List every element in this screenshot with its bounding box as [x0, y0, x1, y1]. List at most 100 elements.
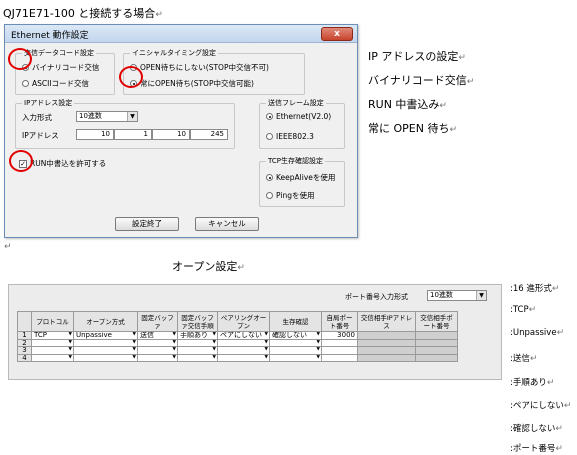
- fixed-buffer-proc-cell[interactable]: 手順あり: [177, 331, 218, 340]
- ip-address-label: IPアドレス: [22, 131, 59, 140]
- local-port-cell[interactable]: [321, 353, 358, 362]
- open-settings-caption: オープン設定↵: [172, 260, 245, 273]
- radio-icon: [266, 192, 273, 199]
- port-format-select[interactable]: 10進数 ▼: [427, 290, 487, 301]
- remote-port-cell[interactable]: [415, 331, 458, 340]
- row-number: 4: [17, 353, 32, 362]
- fixed-buffer-proc-cell[interactable]: [177, 338, 218, 347]
- existence-check-cell[interactable]: [269, 346, 322, 355]
- table-row: 4: [17, 353, 458, 362]
- highlight-circle: [119, 66, 143, 88]
- row-number: 1: [17, 331, 32, 340]
- existence-check-cell[interactable]: [269, 338, 322, 347]
- table-note: :Unpassive↵: [510, 328, 565, 338]
- fixed-buffer-cell[interactable]: [137, 353, 178, 362]
- side-note: IP アドレスの設定↵: [368, 50, 466, 63]
- local-port-cell[interactable]: [321, 346, 358, 355]
- existence-check-cell[interactable]: [269, 353, 322, 362]
- radio-icon: [22, 80, 29, 87]
- local-port-cell[interactable]: 3000: [321, 331, 358, 340]
- fixed-buffer-proc-cell[interactable]: [177, 353, 218, 362]
- row-number: 2: [17, 338, 32, 347]
- input-format-label: 入力形式: [22, 113, 52, 122]
- ieee8023-option[interactable]: IEEE802.3: [266, 132, 314, 141]
- table-note: :16 進形式↵: [510, 284, 560, 294]
- table-row: 2: [17, 338, 458, 347]
- table-note: :手順あり↵: [510, 378, 555, 388]
- header-cell: [17, 311, 32, 332]
- existence-check-cell[interactable]: 確認しない: [269, 331, 322, 340]
- table-note: :確認しない↵: [510, 424, 563, 434]
- ok-button[interactable]: 設定終了: [115, 217, 179, 231]
- ping-option[interactable]: Pingを使用: [266, 190, 314, 201]
- pairing-open-cell[interactable]: [217, 353, 270, 362]
- radio-icon: [266, 133, 273, 140]
- side-note: 常に OPEN 待ち↵: [368, 122, 458, 135]
- header-cell: 交信相手IPアドレス: [357, 311, 416, 332]
- remote-ip-cell[interactable]: [357, 331, 416, 340]
- binary-code-option[interactable]: バイナリコード交信: [22, 62, 99, 73]
- input-format-select[interactable]: 10進数 ▼: [76, 111, 138, 122]
- chevron-down-icon: ▼: [476, 291, 486, 300]
- ethernet-v2-option[interactable]: Ethernet(V2.0): [266, 112, 331, 121]
- open-method-cell[interactable]: Unpassive: [73, 331, 138, 340]
- comm-code-legend: 交信データコード設定: [22, 48, 96, 58]
- close-button[interactable]: x: [321, 27, 353, 41]
- doc-heading: QJ71E71-100 と接続する場合↵: [3, 7, 163, 20]
- open-method-cell[interactable]: [73, 338, 138, 347]
- radio-icon: [266, 113, 273, 120]
- header-cell: 交信相手ポート番号: [415, 311, 458, 332]
- remote-port-cell[interactable]: [415, 353, 458, 362]
- header-cell: 固定バッファ交信手順: [177, 311, 218, 332]
- remote-ip-cell[interactable]: [357, 353, 416, 362]
- header-cell: 自局ポート番号: [321, 311, 358, 332]
- no-open-wait-option[interactable]: OPEN待ちにしない(STOP中交信不可): [130, 62, 269, 73]
- fixed-buffer-cell[interactable]: 送信: [137, 331, 178, 340]
- table-note: :TCP↵: [510, 305, 537, 315]
- protocol-cell[interactable]: [31, 338, 74, 347]
- radio-icon: [266, 174, 273, 181]
- remote-ip-cell[interactable]: [357, 338, 416, 347]
- ip-octet-4[interactable]: 245: [190, 129, 228, 140]
- remote-port-cell[interactable]: [415, 338, 458, 347]
- keepalive-option[interactable]: KeepAliveを使用: [266, 172, 335, 183]
- pairing-open-cell[interactable]: [217, 346, 270, 355]
- remote-ip-cell[interactable]: [357, 346, 416, 355]
- init-timing-legend: イニシャルタイミング設定: [130, 48, 218, 58]
- port-format-label: ポート番号入力形式: [345, 293, 408, 301]
- ascii-code-option[interactable]: ASCIIコード交信: [22, 78, 89, 89]
- highlight-circle: [8, 48, 32, 70]
- protocol-cell[interactable]: [31, 353, 74, 362]
- header-cell: オープン方式: [73, 311, 138, 332]
- header-cell: プロトコル: [31, 311, 74, 332]
- always-open-wait-option[interactable]: 常にOPEN待ち(STOP中交信可能): [130, 78, 254, 89]
- ethernet-settings-dialog: Ethernet 動作設定 x 交信データコード設定 バイナリコード交信 ASC…: [4, 24, 358, 238]
- protocol-cell[interactable]: [31, 346, 74, 355]
- pairing-open-cell[interactable]: [217, 338, 270, 347]
- table-note: :送信↵: [510, 354, 538, 364]
- open-method-cell[interactable]: [73, 346, 138, 355]
- side-note: RUN 中書込み↵: [368, 98, 447, 111]
- fixed-buffer-cell[interactable]: [137, 338, 178, 347]
- paragraph-mark: ↵: [4, 242, 12, 252]
- cancel-button[interactable]: キャンセル: [195, 217, 259, 231]
- ip-address-group: IPアドレス設定 入力形式 10進数 ▼ IPアドレス 10 1 10 245: [15, 98, 235, 149]
- open-method-cell[interactable]: [73, 353, 138, 362]
- protocol-cell[interactable]: TCP: [31, 331, 74, 340]
- ip-octet-3[interactable]: 10: [152, 129, 190, 140]
- ip-octet-2[interactable]: 1: [114, 129, 152, 140]
- dialog-titlebar: Ethernet 動作設定 x: [5, 25, 357, 43]
- tcp-alive-group: TCP生存確認設定 KeepAliveを使用 Pingを使用: [259, 156, 345, 207]
- open-settings-table: プロトコル オープン方式 固定バッファ 固定バッファ交信手順 ペアリングオープン…: [17, 311, 458, 362]
- header-cell: 生存確認: [269, 311, 322, 332]
- local-port-cell[interactable]: [321, 338, 358, 347]
- init-timing-group: イニシャルタイミング設定 OPEN待ちにしない(STOP中交信不可) 常にOPE…: [123, 48, 305, 95]
- fixed-buffer-proc-cell[interactable]: [177, 346, 218, 355]
- header-cell: ペアリングオープン: [217, 311, 270, 332]
- pairing-open-cell[interactable]: ペアにしない: [217, 331, 270, 340]
- side-note: バイナリコード交信↵: [368, 74, 475, 87]
- remote-port-cell[interactable]: [415, 346, 458, 355]
- ip-octet-1[interactable]: 10: [76, 129, 114, 140]
- fixed-buffer-cell[interactable]: [137, 346, 178, 355]
- table-row: 3: [17, 346, 458, 355]
